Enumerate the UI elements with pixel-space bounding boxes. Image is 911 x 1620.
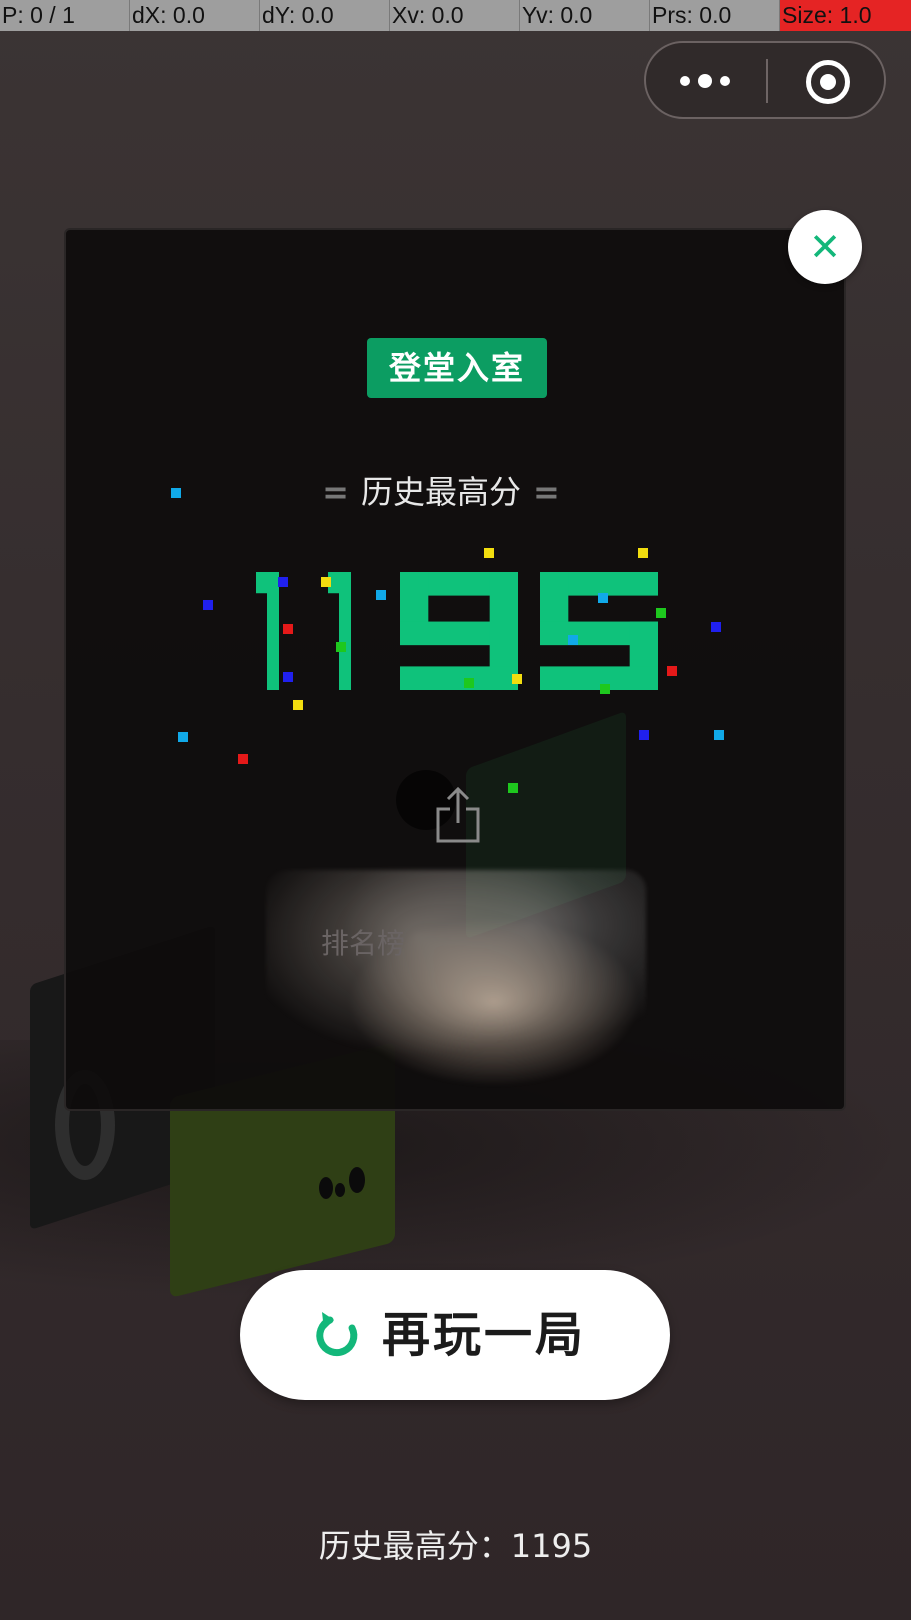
confetti-piece [238,754,248,764]
green-cube-face [315,1165,375,1205]
confetti-piece [464,678,474,688]
velocity-x: Xv: 0.0 [390,0,520,31]
confetti-piece [656,608,666,618]
score-digits [256,572,658,690]
score-digit-segment [540,666,658,690]
confetti-piece [293,700,303,710]
score-digit-segment [267,572,279,690]
confetti-piece [568,635,578,645]
pointer-count: P: 0 / 1 [0,0,130,31]
ranking-preview-area[interactable] [266,870,646,1090]
score-modal: 登堂入室 = 历史最高分 = 排名榜 [64,228,846,1111]
confetti-piece [336,642,346,652]
play-again-label: 再玩一局 [382,1307,587,1363]
score-digit-segment [400,666,518,690]
confetti-piece [714,730,724,740]
debug-status-bar: P: 0 / 1 dX: 0.0 dY: 0.0 Xv: 0.0 Yv: 0.0… [0,0,911,31]
close-x-icon[interactable]: ✕ [788,210,862,284]
confetti-piece [598,593,608,603]
play-again-button[interactable]: 再玩一局 [240,1270,670,1400]
confetti-piece [638,548,648,558]
confetti-piece [484,548,494,558]
confetti-piece [283,672,293,682]
confetti-piece [203,600,213,610]
confetti-piece [508,783,518,793]
confetti-piece [321,577,331,587]
footer-best-score: 历史最高分：1195 [318,1527,593,1565]
velocity-y: Yv: 0.0 [520,0,650,31]
touch-size: Size: 1.0 [780,0,911,31]
confetti-piece [711,622,721,632]
confetti-piece [278,577,288,587]
confetti-piece [512,674,522,684]
miniprogram-capsule [644,41,886,119]
share-icon[interactable] [434,785,482,845]
confetti-piece [178,732,188,742]
confetti-piece [667,666,677,676]
refresh-icon [316,1312,358,1357]
score-digit-segment [339,572,351,690]
more-dots-icon[interactable] [672,61,742,101]
confetti-piece [283,624,293,634]
capsule-divider [766,59,768,103]
pressure: Prs: 0.0 [650,0,780,31]
delta-y: dY: 0.0 [260,0,390,31]
target-close-icon[interactable] [806,60,850,104]
confetti-piece [600,684,610,694]
ranking-label: 排名榜 [321,927,406,960]
confetti-piece [639,730,649,740]
confetti-piece [376,590,386,600]
confetti-piece [171,488,181,498]
delta-x: dX: 0.0 [130,0,260,31]
